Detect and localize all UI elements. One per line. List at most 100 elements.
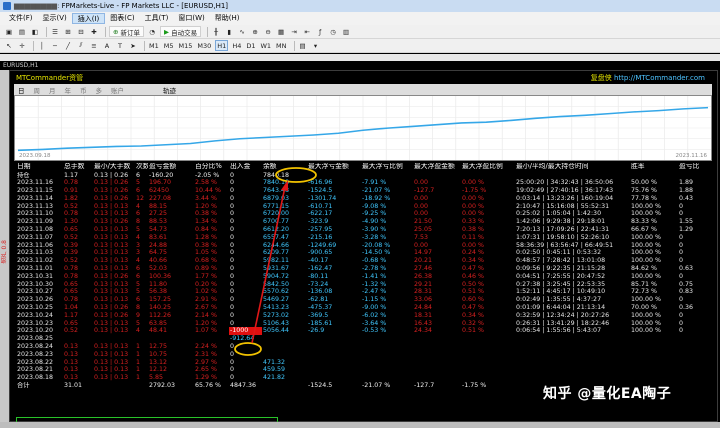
column-header[interactable]: 次数 [135,163,148,172]
timeframe-m15[interactable]: M15 [178,40,194,51]
tab-5[interactable]: 多 [96,85,103,95]
history-icon[interactable]: ◔ [147,26,157,37]
table-row[interactable]: 2023.08.23 0.13 0.13 | 0.13 1 10.75 2.31 % 0 [16,351,711,359]
column-header[interactable]: 最大浮亏金额 [307,163,361,172]
table-row[interactable]: 2023.11.07 0.52 0.13 | 0.13 4 83.61 1.28 % 0 65… [16,234,711,242]
zoom-in-icon[interactable]: ⊕ [250,26,260,37]
table-row[interactable]: 2023.11.16 0.78 0.13 | 0.26 5 196.70 2.58 % 0 7… [16,179,711,187]
brand-link[interactable]: http://MTCommander.com [614,74,705,82]
tile-icon[interactable]: ▦ [276,26,286,37]
timeframe-w1[interactable]: W1 [259,40,272,51]
timeframe-h1[interactable]: H1 [215,40,229,51]
timeframe-m30[interactable]: M30 [196,40,212,51]
dropdown-icon[interactable]: ▾ [311,40,321,51]
table-row[interactable]: 2023.10.30 0.65 0.13 | 0.13 5 11.80 0.20 % 0 58… [16,281,711,289]
column-header[interactable]: 日期 [16,163,63,172]
table-row[interactable]: 2023.10.20 0.52 0.13 | 0.13 4 48.41 1.07 % -10… [16,327,711,336]
menu-item-1[interactable]: 显示(V) [38,13,72,24]
autoscroll-icon[interactable]: ⇥ [289,26,299,37]
table-row[interactable]: 2023.10.23 0.65 0.13 | 0.13 5 63.85 1.20 % 0 51… [16,320,711,328]
menu-item-4[interactable]: 工具(T) [140,13,174,24]
candle-chart-icon[interactable]: ▮ [224,26,234,37]
templates-icon[interactable]: ▥ [341,26,351,37]
table-row[interactable]: 2023.10.31 0.78 0.13 | 0.26 6 100.36 1.77 % 0 5… [16,273,711,281]
column-header[interactable]: 胜率 [630,163,678,172]
layout-icon[interactable]: ▤ [298,40,308,51]
arrow-icon[interactable]: ➤ [128,40,138,51]
label-icon[interactable]: T [115,40,125,51]
tab-2[interactable]: 月 [49,85,56,95]
shift-icon[interactable]: ⇤ [302,26,312,37]
table-row[interactable]: 2023.08.24 0.13 0.13 | 0.13 1 12.75 2.24 % 0 [16,343,711,351]
timeframe-h4[interactable]: H4 [231,40,242,51]
trendline-icon[interactable]: ╱ [63,40,73,51]
table-row[interactable]: 2023.11.01 0.78 0.13 | 0.13 6 52.03 0.89 % 0 59… [16,265,711,273]
table-row[interactable]: 2023.11.14 1.82 0.13 | 0.26 12 227.08 3.44 % 0… [16,195,711,203]
tab-4[interactable]: 币 [80,85,87,95]
horizontal-line-icon[interactable]: ─ [50,40,60,51]
menu-item-2[interactable]: 插入(I) [71,13,106,24]
column-header[interactable]: 总手数 [63,163,93,172]
indicators-icon[interactable]: ƒ [315,26,325,37]
timeframe-m1[interactable]: M1 [148,40,160,51]
line-chart-icon[interactable]: ∿ [237,26,247,37]
zoom-out-icon[interactable]: ⊖ [263,26,273,37]
table-row[interactable]: 2023.08.18 0.13 0.13 | 0.13 1 5.85 1.29 % 0 421… [16,374,711,382]
horizontal-scrollbar[interactable] [0,422,720,428]
column-header[interactable]: 最大浮盈金额 [413,163,461,172]
column-header[interactable]: 最小/平均/最大持仓时间 [515,163,630,172]
tab-track[interactable]: 轨迹 [163,85,176,95]
column-header[interactable]: 百分比% [194,163,229,172]
table-row[interactable]: 2023.10.24 1.17 0.13 | 0.26 9 112.26 2.14 % 0 5… [16,312,711,320]
table-row[interactable]: 2023.11.03 0.39 0.13 | 0.13 3 64.75 1.05 % 0 62… [16,249,711,257]
text-icon[interactable]: A [102,40,112,51]
new-chart-icon[interactable]: ▣ [4,26,14,37]
channel-icon[interactable]: ⫽ [76,40,86,51]
column-header[interactable]: 盈亏金额 [148,163,194,172]
menu-item-5[interactable]: 窗口(W) [173,13,209,24]
terminal-icon[interactable]: ⊟ [76,26,86,37]
table-row[interactable]: 2023.11.02 0.52 0.13 | 0.13 4 40.66 0.68 % 0 59… [16,257,711,265]
column-header[interactable]: 余额 [262,163,307,172]
bar-chart-icon[interactable]: ╫ [211,26,221,37]
tab-1[interactable]: 周 [34,85,41,95]
tab-3[interactable]: 年 [65,85,72,95]
timeframe-m5[interactable]: M5 [163,40,175,51]
table-row[interactable]: 2023.11.06 0.39 0.13 | 0.13 3 24.88 0.38 % 0 62… [16,242,711,250]
menu-item-0[interactable]: 文件(F) [4,13,38,24]
table-row[interactable]: 2023.08.21 0.13 0.13 | 0.13 1 12.12 2.65 % 0 45… [16,366,711,374]
table-row[interactable]: 2023.08.25 -912.64 [16,335,711,343]
table-row[interactable]: 2023.11.09 1.30 0.13 | 0.26 8 88.53 1.34 % 0 67… [16,218,711,226]
table-row[interactable]: 2023.11.08 0.65 0.13 | 0.13 5 54.73 0.84 % 0 66… [16,226,711,234]
cursor-icon[interactable]: ↖ [4,40,14,51]
fibo-icon[interactable]: ≡ [89,40,99,51]
table-row[interactable]: 2023.10.26 0.78 0.13 | 0.13 6 157.25 2.91 % 0 5… [16,296,711,304]
column-header[interactable]: 盈亏比 [678,163,711,172]
periods-icon[interactable]: ◷ [328,26,338,37]
table-row[interactable]: 持仓 1.17 0.13 | 0.26 6 -160.20 -2.05 % 0 7840.18 [16,172,711,180]
table-row[interactable]: 2023.10.27 0.65 0.13 | 0.13 5 56.38 1.02 % 0 55… [16,288,711,296]
table-row[interactable]: 2023.08.22 0.13 0.13 | 0.13 1 13.12 2.97 % 0 47… [16,359,711,367]
tab-6[interactable]: 账户 [111,85,124,95]
open-icon[interactable]: ▤ [17,26,27,37]
column-header[interactable]: 出入金 [229,163,262,172]
table-row[interactable]: 2023.11.15 0.91 0.13 | 0.26 6 62450 10.44 % 0 7… [16,187,711,195]
timeframe-mn[interactable]: MN [275,40,287,51]
crosshair-icon[interactable]: ✛ [17,40,27,51]
tester-icon[interactable]: ✚ [89,26,99,37]
column-header[interactable]: 最大浮亏比例 [361,163,413,172]
column-header[interactable]: 最大浮盈比例 [461,163,515,172]
market-watch-icon[interactable]: ☰ [50,26,60,37]
vertical-line-icon[interactable]: │ [37,40,47,51]
table-row[interactable]: 2023.11.10 0.78 0.13 | 0.13 6 27.25 0.38 % 0 67… [16,210,711,218]
tab-0[interactable]: 日 [18,85,25,95]
menu-item-3[interactable]: 图表(C) [105,13,139,24]
auto-trade-button[interactable]: ▶ 自动交易 [160,26,202,37]
new-order-button[interactable]: ⊕ 新订单 [109,26,145,37]
menu-item-6[interactable]: 帮助(H) [210,13,245,24]
profile-icon[interactable]: ◧ [30,26,40,37]
column-header[interactable]: 最小/大手数 [93,163,135,172]
table-row[interactable]: 2023.10.25 1.04 0.13 | 0.26 8 140.25 2.67 % 0 5… [16,304,711,312]
table-row[interactable]: 2023.11.13 0.52 0.13 | 0.13 4 88.15 1.20 % 0 67… [16,203,711,211]
navigator-icon[interactable]: ⊞ [63,26,73,37]
